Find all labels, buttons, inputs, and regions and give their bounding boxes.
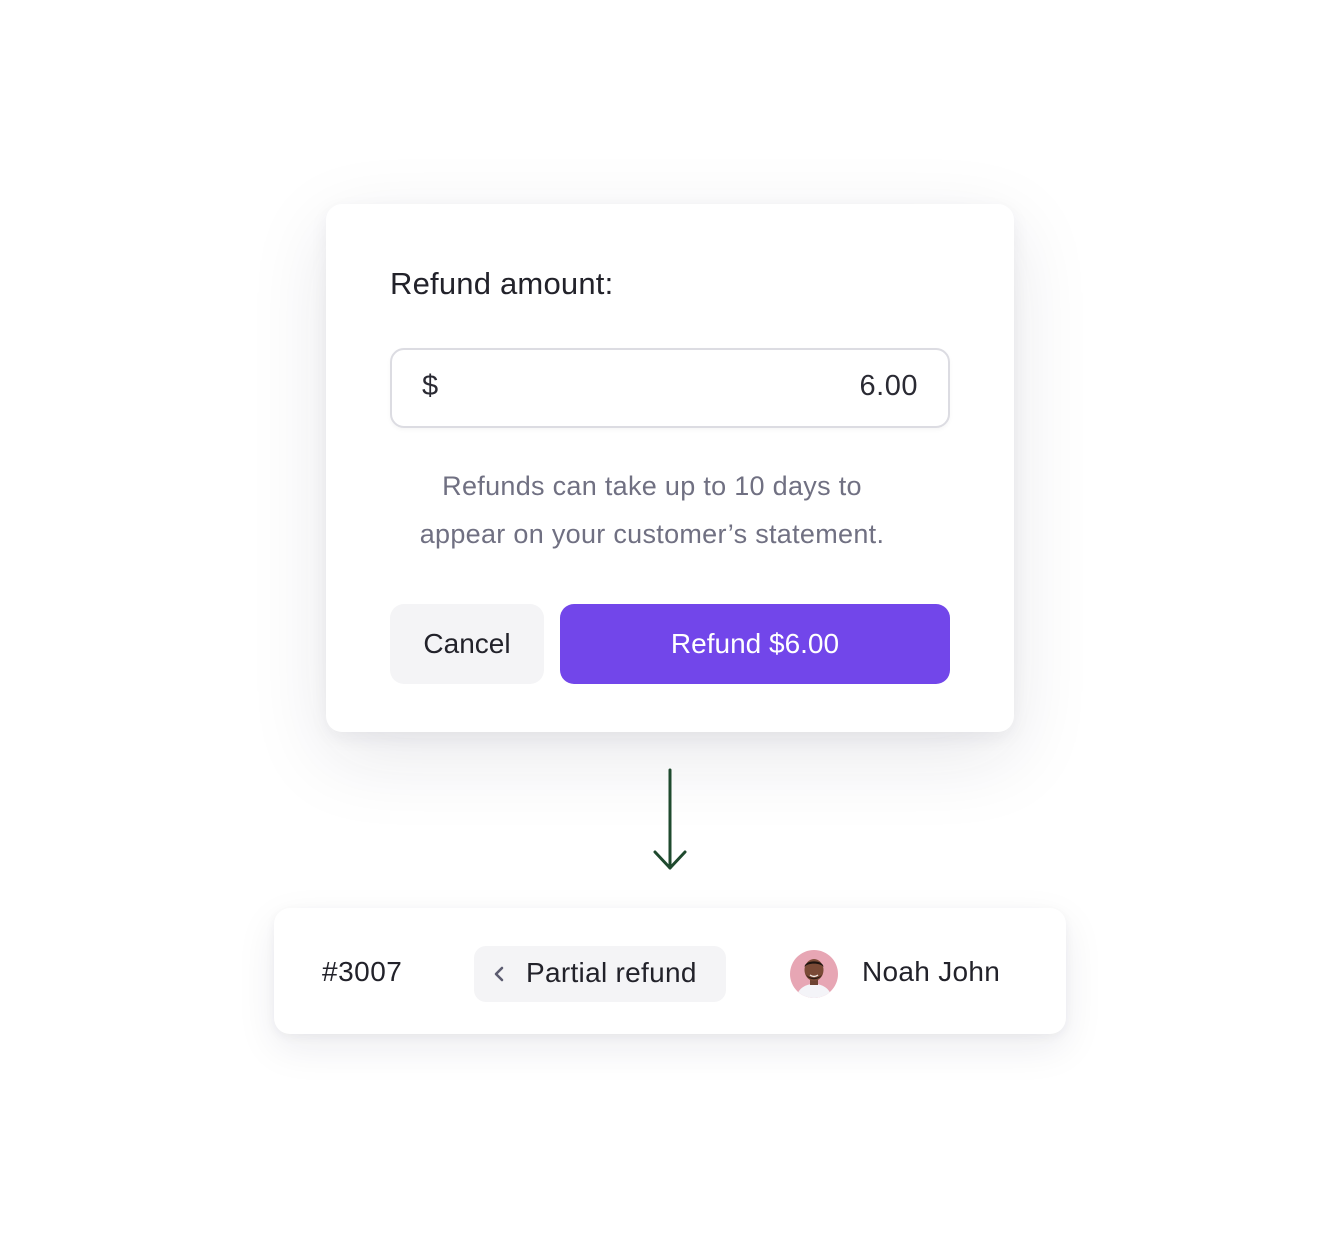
dialog-title: Refund amount:: [390, 266, 614, 301]
refund-hint-text: Refunds can take up to 10 days to appear…: [390, 462, 914, 558]
currency-symbol: $: [422, 370, 439, 402]
hint-line-1: Refunds can take up to 10 days to: [442, 471, 862, 501]
arrow-down-icon: [653, 768, 687, 870]
status-label: Partial refund: [526, 957, 697, 988]
refund-amount-input[interactable]: $ 6.00: [390, 348, 950, 428]
order-row[interactable]: #3007 Partial refund Noah John: [274, 908, 1066, 1034]
order-id: #3007: [322, 956, 403, 987]
refund-dialog: Refund amount: $ 6.00 Refunds can take u…: [326, 204, 1014, 732]
avatar: [790, 950, 838, 998]
chevron-left-icon: [494, 966, 504, 982]
cancel-button[interactable]: Cancel: [390, 604, 544, 684]
status-badge: Partial refund: [474, 946, 726, 1002]
hint-line-2: appear on your customer’s statement.: [419, 519, 885, 549]
customer-name: Noah John: [862, 956, 1001, 987]
refund-button[interactable]: Refund $6.00: [560, 604, 950, 684]
amount-value: 6.00: [859, 370, 918, 402]
stage: Refund amount: $ 6.00 Refunds can take u…: [0, 0, 1338, 1240]
